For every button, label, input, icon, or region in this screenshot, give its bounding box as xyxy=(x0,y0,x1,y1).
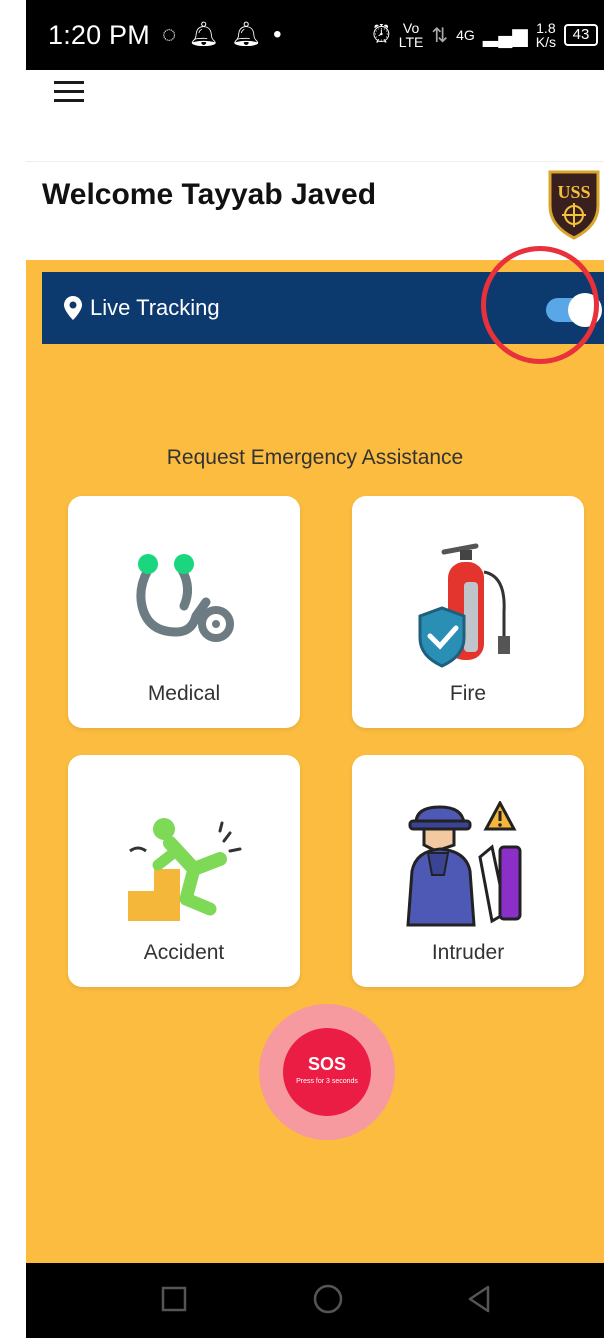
app-header xyxy=(26,70,604,260)
alarm-icon: ⏰︎ xyxy=(372,21,391,48)
sos-button[interactable]: SOS Press for 3 seconds xyxy=(259,1004,395,1140)
fire-extinguisher-icon xyxy=(418,543,510,668)
data-arrows-icon: ⇅ xyxy=(431,24,449,47)
accident-card[interactable]: Accident xyxy=(68,755,300,987)
intruder-card[interactable]: Intruder xyxy=(352,755,584,987)
live-tracking-label: Live Tracking xyxy=(90,295,220,320)
welcome-title: Welcome Tayyab Javed xyxy=(42,178,377,211)
back-triangle-icon[interactable] xyxy=(460,1279,500,1319)
status-time: 1:20 PM xyxy=(48,19,150,50)
stethoscope-icon xyxy=(136,554,234,642)
sos-hint: Press for 3 seconds xyxy=(296,1078,358,1085)
toggle-knob xyxy=(568,293,602,327)
sos-label: SOS xyxy=(307,1054,346,1074)
system-nav-bar xyxy=(26,1263,604,1338)
sos-button-core: SOS Press for 3 seconds xyxy=(283,1028,371,1116)
network-speed: 1.8 K/s xyxy=(535,20,556,50)
live-tracking-bar: Live Tracking xyxy=(42,272,604,344)
recents-square-icon[interactable] xyxy=(154,1279,194,1319)
falling-person-icon xyxy=(128,818,242,921)
svg-text:USS: USS xyxy=(557,182,590,202)
emergency-section-title: Request Emergency Assistance xyxy=(166,446,464,469)
medical-card[interactable]: Medical xyxy=(68,496,300,728)
app-screen: 1:20 PM ◌ 🔔︎ 🔔︎ • ⏰︎ Vo LTE ⇅ 4G ▂▄▆ 1.8… xyxy=(26,0,604,1338)
volte-indicator: Vo LTE xyxy=(398,20,424,50)
intruder-icon xyxy=(406,801,522,927)
notification-bell-icon-2: 🔔︎ xyxy=(230,21,262,48)
intruder-label: Intruder xyxy=(431,941,505,964)
location-pin-icon xyxy=(64,296,82,320)
more-notifications-dot-icon: • xyxy=(273,21,282,48)
home-circle-icon[interactable] xyxy=(308,1279,348,1319)
battery-icon: 43 xyxy=(564,24,598,46)
header-divider xyxy=(26,161,604,162)
hamburger-menu-icon[interactable] xyxy=(54,81,84,103)
medical-label: Medical xyxy=(147,682,221,705)
network-type: 4G xyxy=(456,27,475,43)
notification-bell-icon: 🔔︎ xyxy=(188,21,219,48)
live-tracking-toggle[interactable] xyxy=(546,293,602,327)
fire-card[interactable]: Fire xyxy=(352,496,584,728)
whatsapp-icon: ◌ xyxy=(161,21,177,48)
signal-icon: ▂▄▆ xyxy=(482,24,528,47)
uss-logo: USS xyxy=(548,170,600,240)
accident-label: Accident xyxy=(143,941,225,964)
fire-label: Fire xyxy=(449,682,487,705)
status-bar: 1:20 PM ◌ 🔔︎ 🔔︎ • ⏰︎ Vo LTE ⇅ 4G ▂▄▆ 1.8… xyxy=(26,0,604,70)
